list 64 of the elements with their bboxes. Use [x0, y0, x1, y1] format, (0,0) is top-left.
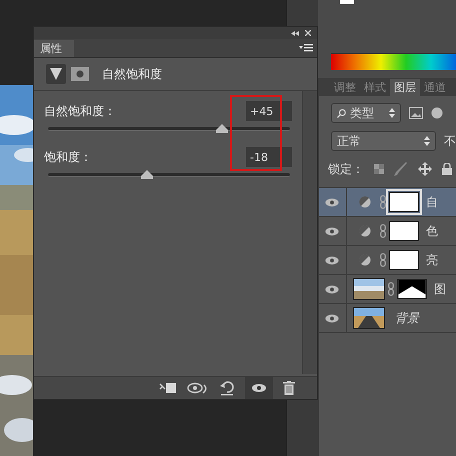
- eye-icon[interactable]: [325, 256, 339, 264]
- layer-row[interactable]: 亮: [318, 246, 456, 275]
- checker-icon[interactable]: [374, 164, 384, 174]
- eye-icon: [251, 383, 267, 393]
- filter-dropdown[interactable]: 类型: [331, 103, 401, 123]
- adjustment-layer-icon: [359, 254, 371, 266]
- layer-name: 色: [426, 222, 438, 240]
- slider-track[interactable]: [48, 127, 290, 131]
- opacity-label: 不: [444, 132, 456, 150]
- layer-row[interactable]: 自: [318, 188, 456, 217]
- slider-thumb[interactable]: [141, 170, 154, 179]
- slider-thumb[interactable]: [216, 124, 228, 133]
- mask-thumbnail[interactable]: [389, 250, 419, 270]
- value-field[interactable]: +45: [246, 101, 292, 121]
- layer-name: 亮: [426, 252, 438, 268]
- value-field[interactable]: -18: [246, 147, 292, 167]
- link-icon[interactable]: [388, 282, 394, 296]
- trash-icon[interactable]: [283, 381, 295, 395]
- slider-label: 自然饱和度：: [44, 102, 116, 120]
- lock-icon[interactable]: [442, 163, 452, 175]
- color-swatch[interactable]: [340, 0, 354, 4]
- eye-icon[interactable]: [325, 198, 339, 206]
- mask-thumbnail[interactable]: [389, 192, 419, 212]
- eye-icon[interactable]: [325, 284, 339, 294]
- panel-tab[interactable]: 图层: [390, 79, 420, 96]
- eye-icon[interactable]: [325, 226, 339, 236]
- panel-tab[interactable]: 通道: [420, 79, 450, 96]
- panel-tab[interactable]: 调整: [330, 79, 360, 96]
- menu-icon[interactable]: [299, 43, 313, 53]
- adjustment-title: 自然饱和度: [102, 66, 162, 82]
- slider-track[interactable]: [48, 173, 290, 177]
- updown-arrows-icon: [389, 108, 395, 118]
- layer-name: 图: [434, 280, 446, 298]
- move-icon[interactable]: [418, 162, 432, 176]
- adjustment-filter-icon[interactable]: [431, 107, 443, 119]
- eye-icon[interactable]: [187, 381, 209, 395]
- layer-row[interactable]: 图: [318, 275, 456, 304]
- blend-mode-dropdown[interactable]: 正常: [331, 131, 436, 151]
- search-icon: [337, 108, 346, 118]
- link-icon[interactable]: [380, 253, 386, 267]
- panel-tab[interactable]: 属性: [34, 40, 74, 57]
- close-icon[interactable]: [305, 30, 311, 36]
- adjustment-layer-icon: [359, 225, 371, 237]
- updown-arrows-icon: [424, 136, 430, 146]
- collapse-icon[interactable]: [291, 30, 299, 36]
- layer-row[interactable]: 色: [318, 217, 456, 246]
- color-spectrum[interactable]: [331, 53, 456, 70]
- mask-thumbnail[interactable]: [389, 221, 419, 241]
- layer-name: 自: [426, 194, 438, 210]
- scrollbar[interactable]: [302, 91, 317, 374]
- panel-tab[interactable]: 样式: [360, 79, 390, 96]
- visibility-toggle[interactable]: [245, 377, 273, 399]
- clip-icon[interactable]: [159, 381, 177, 395]
- image-filter-icon[interactable]: [409, 107, 423, 119]
- mask-thumbnail[interactable]: [397, 279, 427, 299]
- adjustment-layer-icon: [359, 196, 371, 208]
- mask-icon: [71, 67, 89, 81]
- eye-icon[interactable]: [325, 314, 339, 322]
- link-icon[interactable]: [380, 224, 386, 238]
- layer-row[interactable]: 背景: [318, 304, 456, 333]
- slider-label: 饱和度：: [44, 148, 92, 166]
- reset-icon[interactable]: [219, 380, 235, 396]
- lock-label: 锁定：: [328, 160, 364, 178]
- layer-name: 背景: [395, 310, 419, 326]
